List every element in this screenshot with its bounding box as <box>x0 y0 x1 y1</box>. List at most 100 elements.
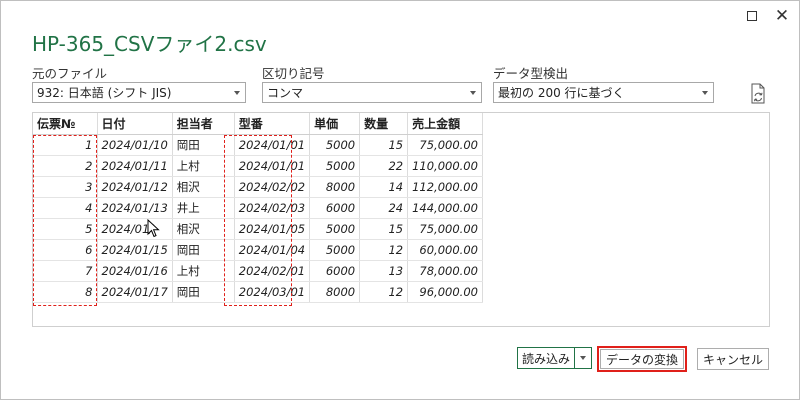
column-header: 数量 <box>359 113 409 135</box>
table-cell: 岡田 <box>172 134 235 156</box>
table-cell: 75,000.00 <box>407 134 483 156</box>
detection-select[interactable]: 最初の 200 行に基づく <box>493 82 714 103</box>
column-header: 日付 <box>97 113 173 135</box>
table-cell: 2024/01/01 <box>234 155 311 177</box>
table-cell: 13 <box>359 260 409 282</box>
table-cell: 2024/01/16 <box>97 260 173 282</box>
table-cell: 2024/02/02 <box>234 176 311 198</box>
close-icon: ✕ <box>774 5 790 26</box>
table-row: 8 2024/01/17 岡田 2024/03/01 8000 12 96,000.00 <box>33 281 483 303</box>
table-row: 4 2024/01/13 井上 2024/02/03 6000 24 144,000.00 <box>33 197 483 219</box>
load-split-button: 読み込み <box>517 347 593 369</box>
table-cell: 上村 <box>172 260 235 282</box>
refresh-file-icon[interactable] <box>749 83 767 105</box>
table-cell: 2024/01/15 <box>97 239 173 261</box>
table-cell: 上村 <box>172 155 235 177</box>
table-cell: 相沢 <box>172 218 235 240</box>
table-cell: 3 <box>33 176 98 198</box>
table-cell: 2024/01/ <box>97 218 173 240</box>
table-row: 2 2024/01/11 上村 2024/01/01 5000 22 110,000.00 <box>33 155 483 177</box>
column-header: 型番 <box>234 113 311 135</box>
load-options-chevron-icon[interactable] <box>575 348 591 368</box>
load-button[interactable]: 読み込み <box>518 348 576 368</box>
table-cell: 22 <box>359 155 409 177</box>
table-cell: 2024/03/01 <box>234 281 311 303</box>
table-cell: 14 <box>359 176 409 198</box>
dialog-title: HP-365_CSVファイ2.csv <box>32 32 267 56</box>
transform-data-label: データの変換 <box>600 349 684 369</box>
table-cell: 8000 <box>309 281 361 303</box>
table-row: 5 2024/01/相沢 2024/01/05 5000 15 75,000.00 <box>33 218 483 240</box>
table-cell: 6000 <box>309 197 361 219</box>
origin-select[interactable]: 932: 日本語 (シフト JIS) <box>32 82 246 103</box>
chevron-down-icon <box>465 91 481 95</box>
column-header: 伝票№ <box>33 113 98 135</box>
table-cell: 75,000.00 <box>407 218 483 240</box>
table-cell: 110,000.00 <box>407 155 483 177</box>
table-cell: 岡田 <box>172 281 235 303</box>
table-cell: 2024/01/05 <box>234 218 311 240</box>
origin-value: 932: 日本語 (シフト JIS) <box>37 86 172 100</box>
table-cell: 78,000.00 <box>407 260 483 282</box>
header-row: 伝票№ 日付 担当者 型番 単価 数量 売上金額 <box>33 113 483 135</box>
chevron-down-icon <box>229 91 245 95</box>
table-cell: 6000 <box>309 260 361 282</box>
preview-table: 伝票№ 日付 担当者 型番 単価 数量 売上金額 1 2024/01/10 岡田 20… <box>33 113 483 303</box>
table-cell: 2024/01/01 <box>234 134 311 156</box>
table-cell: 7 <box>33 260 98 282</box>
transform-data-button[interactable]: データの変換 <box>597 346 687 372</box>
table-cell: 1 <box>33 134 98 156</box>
table-cell: 5000 <box>309 134 361 156</box>
table-cell: 8 <box>33 281 98 303</box>
mouse-pointer-icon <box>147 219 160 238</box>
table-row: 3 2024/01/12 相沢 2024/02/02 8000 14 112,000.00 <box>33 176 483 198</box>
table-cell: 5 <box>33 218 98 240</box>
import-dialog: ✕ HP-365_CSVファイ2.csv 元のファイル 932: 日本語 (シフ… <box>0 0 800 400</box>
maximize-icon <box>747 11 757 21</box>
table-cell: 相沢 <box>172 176 235 198</box>
column-header: 単価 <box>309 113 361 135</box>
table-cell: 24 <box>359 197 409 219</box>
table-cell: 岡田 <box>172 239 235 261</box>
table-cell: 15 <box>359 218 409 240</box>
table-cell: 2024/01/10 <box>97 134 173 156</box>
table-cell: 2024/01/04 <box>234 239 311 261</box>
table-row: 1 2024/01/10 岡田 2024/01/01 5000 15 75,000.00 <box>33 134 483 156</box>
detection-value: 最初の 200 行に基づく <box>498 86 625 100</box>
chevron-down-icon <box>697 91 713 95</box>
table-cell: 2024/02/03 <box>234 197 311 219</box>
column-header: 担当者 <box>172 113 235 135</box>
cancel-button[interactable]: キャンセル <box>697 348 769 370</box>
table-row: 6 2024/01/15 岡田 2024/01/04 5000 12 60,000.00 <box>33 239 483 261</box>
delimiter-select[interactable]: コンマ <box>262 82 482 103</box>
delimiter-value: コンマ <box>267 86 304 100</box>
close-button[interactable]: ✕ <box>771 7 793 25</box>
table-cell: 2024/01/12 <box>97 176 173 198</box>
table-cell: 5000 <box>309 155 361 177</box>
table-cell: 5000 <box>309 218 361 240</box>
table-cell: 60,000.00 <box>407 239 483 261</box>
table-cell: 12 <box>359 239 409 261</box>
column-header: 売上金額 <box>407 113 483 135</box>
table-cell: 2024/01/11 <box>97 155 173 177</box>
table-cell: 2024/01/13 <box>97 197 173 219</box>
data-preview[interactable]: 伝票№ 日付 担当者 型番 単価 数量 売上金額 1 2024/01/10 岡田 20… <box>32 112 770 327</box>
table-cell: 2024/02/01 <box>234 260 311 282</box>
table-cell: 12 <box>359 281 409 303</box>
table-cell: 112,000.00 <box>407 176 483 198</box>
table-cell: 96,000.00 <box>407 281 483 303</box>
detection-label: データ型検出 <box>493 66 569 81</box>
origin-label: 元のファイル <box>32 66 108 81</box>
table-cell: 井上 <box>172 197 235 219</box>
table-row: 7 2024/01/16 上村 2024/02/01 6000 13 78,000.00 <box>33 260 483 282</box>
table-cell: 2 <box>33 155 98 177</box>
table-cell: 5000 <box>309 239 361 261</box>
maximize-button[interactable] <box>741 7 763 25</box>
delimiter-label: 区切り記号 <box>262 66 325 81</box>
table-cell: 4 <box>33 197 98 219</box>
table-cell: 6 <box>33 239 98 261</box>
table-cell: 144,000.00 <box>407 197 483 219</box>
table-cell: 8000 <box>309 176 361 198</box>
table-cell: 15 <box>359 134 409 156</box>
table-cell: 2024/01/17 <box>97 281 173 303</box>
